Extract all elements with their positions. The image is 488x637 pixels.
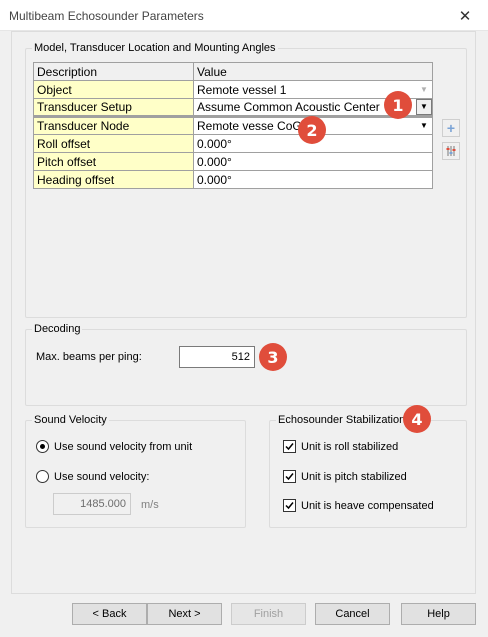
roll-stabilized-label: Unit is roll stabilized xyxy=(301,440,399,453)
grid-row-transducer-node: Transducer Node Remote vesse CoG ▼ xyxy=(33,115,433,135)
sound-velocity-from-unit-radio[interactable]: Use sound velocity from unit xyxy=(36,440,192,453)
title-bar: Multibeam Echosounder Parameters ✕ xyxy=(0,0,488,31)
stabilization-group-title: Echosounder Stabilization xyxy=(276,413,408,427)
grid-row-transducer-setup: Transducer Setup Assume Common Acoustic … xyxy=(33,98,433,117)
sound-velocity-custom-label: Use sound velocity: xyxy=(54,470,150,483)
transducer-setup-label: Transducer Setup xyxy=(33,98,194,117)
transducer-setup-value: Assume Common Acoustic Center xyxy=(197,100,380,114)
grid-header-row: Description Value xyxy=(33,62,433,81)
checkbox-checked-icon xyxy=(283,470,296,483)
max-beams-input[interactable]: 512 xyxy=(179,346,255,368)
window-title: Multibeam Echosounder Parameters xyxy=(9,9,204,23)
grid-header-description: Description xyxy=(33,62,194,81)
chevron-down-icon[interactable]: ▼ xyxy=(416,99,432,115)
property-grid: Description Value Object Remote vessel 1… xyxy=(33,62,433,189)
pitch-offset-field[interactable]: 0.000° xyxy=(193,152,433,171)
sound-velocity-group-title: Sound Velocity xyxy=(32,413,109,427)
transducer-node-value: Remote vesse CoG xyxy=(197,119,302,134)
sound-velocity-unit: m/s xyxy=(141,499,159,511)
next-button[interactable]: Next > xyxy=(147,603,222,625)
callout-badge-4: 4 xyxy=(403,405,431,433)
radio-unselected xyxy=(36,470,49,483)
checkbox-checked-icon xyxy=(283,440,296,453)
chevron-down-icon[interactable]: ▼ xyxy=(416,120,432,134)
roll-offset-label: Roll offset xyxy=(33,134,194,153)
roll-stabilized-checkbox[interactable]: Unit is roll stabilized xyxy=(283,440,398,453)
grid-header-value: Value xyxy=(193,62,433,81)
sound-velocity-custom-radio[interactable]: Use sound velocity: xyxy=(36,470,149,483)
heave-compensated-label: Unit is heave compensated xyxy=(301,499,434,512)
chevron-down-icon: ▼ xyxy=(420,84,428,94)
callout-badge-1: 1 xyxy=(384,91,412,119)
cancel-button[interactable]: Cancel xyxy=(315,603,390,625)
close-icon: ✕ xyxy=(458,7,472,25)
add-node-button[interactable]: + xyxy=(442,119,460,137)
grid-row-roll-offset: Roll offset 0.000° xyxy=(33,134,433,153)
heading-offset-field[interactable]: 0.000° xyxy=(193,170,433,189)
model-group-title: Model, Transducer Location and Mounting … xyxy=(32,41,278,55)
help-button[interactable]: Help xyxy=(401,603,476,625)
transducer-node-label: Transducer Node xyxy=(33,115,194,135)
object-label: Object xyxy=(33,80,194,99)
pitch-stabilized-checkbox[interactable]: Unit is pitch stabilized xyxy=(283,470,407,483)
sound-velocity-from-unit-label: Use sound velocity from unit xyxy=(54,440,193,453)
max-beams-label: Max. beams per ping: xyxy=(36,351,142,363)
adjust-node-button[interactable] xyxy=(442,142,460,160)
sound-velocity-input[interactable]: 1485.000 xyxy=(53,493,131,515)
callout-badge-3: 3 xyxy=(259,343,287,371)
decoding-group-title: Decoding xyxy=(32,322,83,336)
object-value: Remote vessel 1 xyxy=(197,82,287,97)
sliders-icon xyxy=(446,146,456,156)
back-button[interactable]: < Back xyxy=(72,603,147,625)
pitch-stabilized-label: Unit is pitch stabilized xyxy=(301,470,407,483)
grid-row-heading-offset: Heading offset 0.000° xyxy=(33,170,433,189)
checkbox-checked-icon xyxy=(283,499,296,512)
pitch-offset-label: Pitch offset xyxy=(33,152,194,171)
finish-button[interactable]: Finish xyxy=(231,603,306,625)
heading-offset-label: Heading offset xyxy=(33,170,194,189)
callout-badge-2: 2 xyxy=(298,116,326,144)
radio-selected xyxy=(36,440,49,453)
close-button[interactable]: ✕ xyxy=(442,0,488,31)
heave-compensated-checkbox[interactable]: Unit is heave compensated xyxy=(283,499,434,512)
grid-row-object: Object Remote vessel 1 ▼ xyxy=(33,80,433,99)
grid-row-pitch-offset: Pitch offset 0.000° xyxy=(33,152,433,171)
plus-icon: + xyxy=(446,120,456,136)
